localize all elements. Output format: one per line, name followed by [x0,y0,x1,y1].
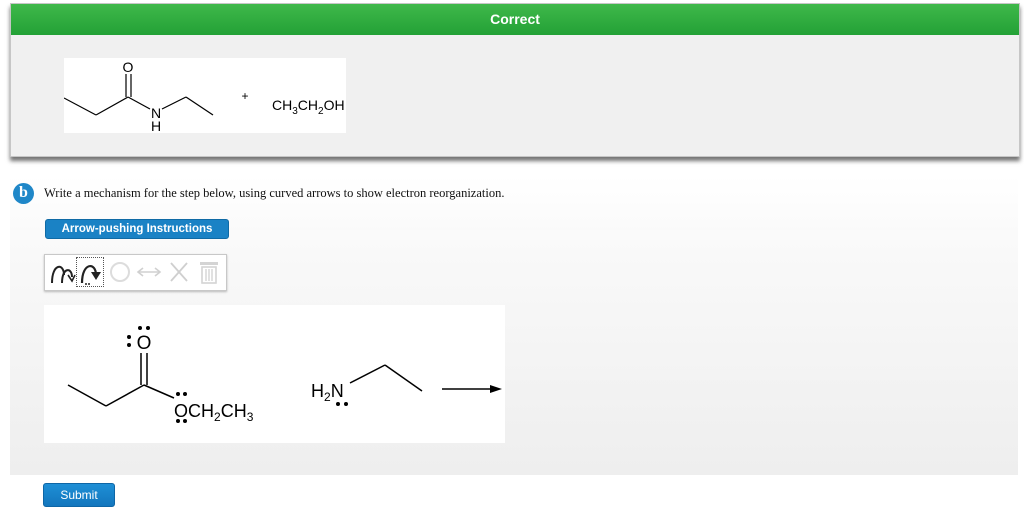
lone-pair-dot[interactable] [344,402,348,406]
answer-structure-drawing: O N H + CH3CH2OH [64,59,345,133]
lone-pair-dot[interactable] [183,419,187,423]
lone-pair-dot[interactable] [138,326,142,330]
tool-curved-arrow-pair[interactable] [48,257,76,287]
x-delete-icon [170,262,188,282]
lone-pair-dot[interactable] [336,402,340,406]
ethanol-formula: CH3CH2OH [272,97,345,117]
amine-group[interactable]: H2N [311,381,344,404]
arrow-pushing-instructions-button[interactable]: Arrow-pushing Instructions [45,219,229,239]
lone-pair-dot[interactable] [176,392,180,396]
lone-pair-dot[interactable] [127,335,131,339]
tool-clear[interactable] [195,257,223,287]
curved-arrow-pair-icon [51,265,76,284]
tool-resonance-arrow[interactable] [135,257,163,287]
tool-curved-arrow-single[interactable] [76,257,104,287]
carbonyl-oxygen-atom[interactable]: O [137,333,152,354]
circle-icon [110,262,130,282]
correct-label: Correct [490,11,540,27]
arrow-toolbar [44,254,227,291]
plus-sign: + [241,89,248,103]
mechanism-structure-drawing: O OCH2CH3 H2N [67,326,502,424]
lone-pair-dot[interactable] [183,392,187,396]
question-text: Write a mechanism for the step below, us… [44,186,505,200]
tool-circle[interactable] [107,257,133,287]
part-b-badge: b [13,183,34,204]
answer-structure: O N H + CH3CH2OH [64,58,346,133]
lone-pair-dot[interactable] [146,326,150,330]
lone-pair-dot[interactable] [127,343,131,347]
trash-icon [200,262,218,284]
double-arrow-icon [136,267,162,277]
reaction-arrowhead-icon [490,385,502,393]
carbonyl-oxygen-label: O [123,59,134,75]
submit-button[interactable]: Submit [43,483,115,507]
amide-hydrogen-label: H [151,118,161,133]
correct-banner: Correct [11,4,1019,35]
answer-card: Correct O N H + CH3CH2OH [10,3,1020,157]
lone-pair-dot[interactable] [176,419,180,423]
tool-delete[interactable] [166,257,192,287]
mechanism-canvas[interactable]: O OCH2CH3 H2N [44,305,505,443]
curved-arrow-single-icon [80,265,101,285]
part-letter: b [19,184,28,201]
